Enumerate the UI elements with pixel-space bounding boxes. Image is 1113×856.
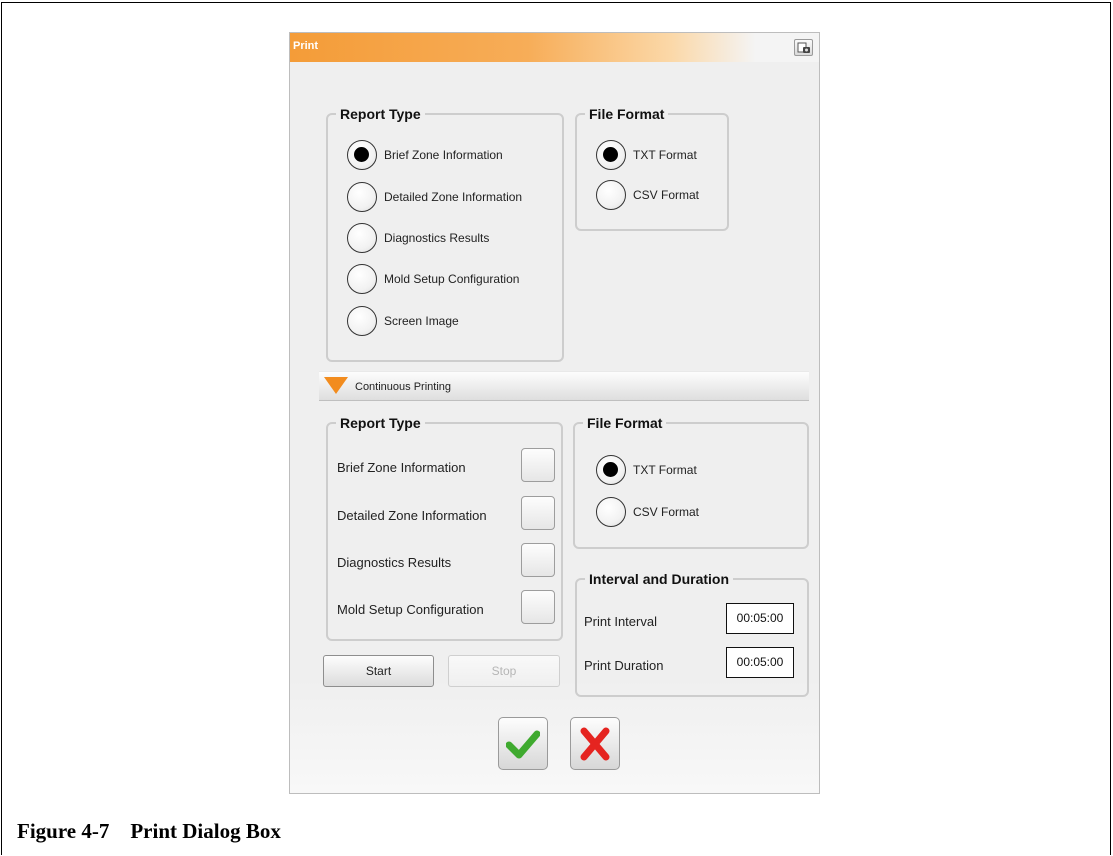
screenshot-button[interactable] <box>794 39 813 56</box>
checkbox[interactable] <box>521 448 555 482</box>
continuous-file-format-legend: File Format <box>587 415 663 431</box>
check-label: Detailed Zone Information <box>337 508 487 523</box>
radio-label: Diagnostics Results <box>384 231 490 245</box>
figure-caption: Figure 4-7 Print Dialog Box <box>17 819 281 843</box>
print-duration-input[interactable]: 00:05:00 <box>726 647 794 678</box>
title-bar: Print <box>290 33 819 62</box>
radio-button[interactable] <box>347 223 377 253</box>
radio-label: Mold Setup Configuration <box>384 272 520 286</box>
radio-selected-dot <box>354 147 369 162</box>
stop-button[interactable]: Stop <box>448 655 560 687</box>
radio-button[interactable] <box>596 140 626 170</box>
ok-button[interactable] <box>498 717 548 770</box>
checkbox[interactable] <box>521 496 555 530</box>
report-type-legend: Report Type <box>340 106 421 122</box>
radio-label: CSV Format <box>633 188 700 202</box>
file-format-group: File Format <box>575 106 729 231</box>
checkbox[interactable] <box>521 590 555 624</box>
radio-label: Brief Zone Information <box>384 148 503 162</box>
start-button[interactable]: Start <box>323 655 434 687</box>
cancel-button[interactable] <box>570 717 620 770</box>
interval-duration-group: Interval and Duration <box>575 571 809 697</box>
camera-icon <box>797 42 810 53</box>
radio-button[interactable] <box>347 182 377 212</box>
continuous-printing-label: Continuous Printing <box>355 381 452 393</box>
continuous-printing-toggle[interactable]: Continuous Printing <box>319 371 809 401</box>
radio-label: TXT Format <box>633 463 697 477</box>
check-label: Brief Zone Information <box>337 460 466 475</box>
checkmark-icon <box>506 730 540 759</box>
x-icon <box>580 727 610 761</box>
check-label: Diagnostics Results <box>337 555 452 570</box>
radio-label: Screen Image <box>384 314 459 328</box>
radio-selected-dot <box>603 462 618 477</box>
radio-button[interactable] <box>347 306 377 336</box>
continuous-report-type-legend: Report Type <box>340 415 421 431</box>
print-dialog: Print Report Type Brief Zone Information… <box>289 32 820 794</box>
radio-button[interactable] <box>596 455 626 485</box>
print-duration-label: Print Duration <box>584 658 664 673</box>
radio-button[interactable] <box>596 180 626 210</box>
radio-button[interactable] <box>347 264 377 294</box>
triangle-down-icon <box>324 377 348 394</box>
print-interval-label: Print Interval <box>584 614 657 629</box>
radio-label: TXT Format <box>633 148 697 162</box>
radio-label: CSV Format <box>633 505 700 519</box>
check-label: Mold Setup Configuration <box>337 602 484 617</box>
dialog-title: Print <box>293 40 319 52</box>
radio-button[interactable] <box>596 497 626 527</box>
radio-button[interactable] <box>347 140 377 170</box>
interval-duration-legend: Interval and Duration <box>589 571 730 587</box>
radio-label: Detailed Zone Information <box>384 190 523 204</box>
radio-selected-dot <box>603 147 618 162</box>
file-format-legend: File Format <box>589 106 665 122</box>
print-interval-input[interactable]: 00:05:00 <box>726 603 794 634</box>
checkbox[interactable] <box>521 543 555 577</box>
